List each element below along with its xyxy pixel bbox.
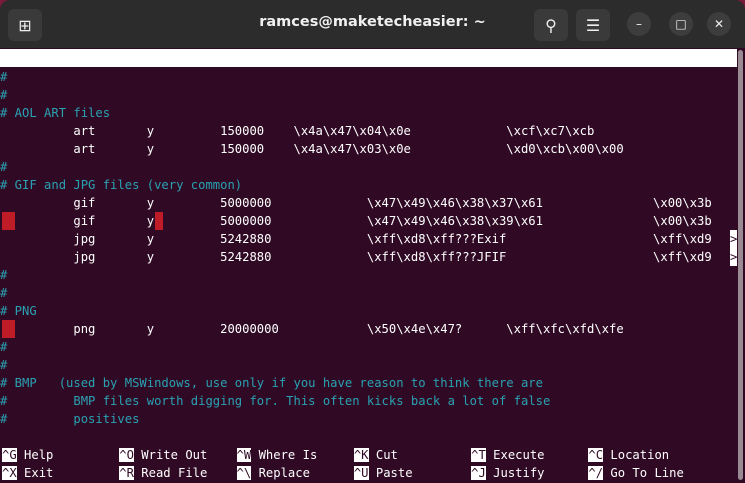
config-line: gif y 5000000 \x47\x49\x46\x38\x37\x61 \… — [0, 196, 712, 210]
comment-line: # BMP (used by MSWindows, use only if yo… — [0, 376, 543, 390]
close-button[interactable]: ✕ — [707, 12, 731, 36]
shortcut-where-is[interactable]: ^W Where Is — [236, 446, 318, 464]
shortcut-justify[interactable]: ^J Justify — [471, 464, 545, 482]
config-line: png y 20000000 \x50\x4e\x47? \xff\xfc\xf… — [0, 322, 624, 336]
shortcut-help[interactable]: ^G Help — [2, 446, 53, 464]
shortcut-label: Where Is — [258, 448, 318, 462]
config-line: gif y 5000000 \x47\x49\x46\x38\x39\x61 \… — [0, 214, 712, 228]
shortcut-label: Read File — [141, 466, 208, 480]
line-overflow-marker: > — [730, 248, 738, 266]
terminal-window: ⊞ ramces@maketecheasier: ~ ⚲ ☰ – □ ✕ GNU… — [0, 0, 745, 483]
comment-line: # PNG — [0, 304, 37, 318]
shortcut-write-out[interactable]: ^O Write Out — [119, 446, 207, 464]
file-name: /home/ramces/scalpel.conf — [272, 87, 456, 101]
whitespace-highlight — [2, 320, 15, 338]
maximize-button[interactable]: □ — [669, 12, 693, 36]
shortcut-key: ^T — [471, 448, 486, 462]
shortcut-label: Go To Line — [610, 466, 684, 480]
shortcut-exit[interactable]: ^X Exit — [2, 464, 53, 482]
shortcut-execute[interactable]: ^T Execute — [471, 446, 545, 464]
shortcut-key: ^G — [2, 448, 17, 462]
config-line: jpg y 5242880 \xff\xd8\xff???JFIF \xff\x… — [0, 250, 712, 264]
shortcut-label: Cut — [375, 448, 398, 462]
title-bar: ⊞ ramces@maketecheasier: ~ ⚲ ☰ – □ ✕ — [0, 0, 745, 48]
maximize-icon: □ — [675, 17, 687, 31]
comment-line: # — [0, 268, 8, 282]
line-overflow-marker: > — [730, 230, 738, 248]
comment-line: # BMP files worth digging for. This ofte… — [0, 394, 551, 408]
comment-line: # — [0, 286, 8, 300]
nano-header: GNU nano 6.4 /home/ramces/scalpel.conf — [0, 49, 737, 101]
comment-line: # — [0, 340, 8, 354]
shortcut-replace[interactable]: ^\ Replace — [236, 464, 310, 482]
shortcut-key: ^/ — [588, 466, 604, 480]
shortcut-key: ^K — [353, 448, 369, 462]
shortcut-go-to-line[interactable]: ^/ Go To Line — [588, 464, 684, 482]
shortcut-key: ^R — [119, 466, 134, 480]
shortcut-key: ^J — [471, 466, 486, 480]
whitespace-highlight — [2, 212, 15, 230]
nano-version: GNU nano 6.4 — [14, 69, 103, 83]
shortcut-label: Paste — [375, 466, 413, 480]
config-line: jpg y 5242880 \xff\xd8\xff???Exif \xff\x… — [0, 232, 712, 246]
close-icon: ✕ — [713, 17, 725, 31]
comment-line: # — [0, 88, 8, 102]
shortcut-label: Execute — [493, 448, 545, 462]
shortcut-key: ^C — [588, 448, 604, 462]
shortcut-key: ^O — [119, 448, 134, 462]
shortcut-cut[interactable]: ^K Cut — [353, 446, 398, 464]
shortcut-label: Exit — [24, 466, 54, 480]
config-line: art y 150000 \x4a\x47\x03\x0e \xd0\xcb\x… — [0, 142, 624, 156]
shortcut-key: ^U — [353, 466, 369, 480]
shortcut-key: ^\ — [236, 466, 252, 480]
comment-line: # positives — [0, 412, 140, 426]
shortcut-paste[interactable]: ^U Paste — [353, 464, 413, 482]
search-icon: ⚲ — [545, 15, 557, 35]
comment-line: # AOL ART files — [0, 106, 111, 120]
menu-button[interactable]: ☰ — [576, 9, 610, 41]
search-button[interactable]: ⚲ — [534, 9, 568, 41]
hamburger-icon: ☰ — [585, 15, 601, 35]
shortcut-key: ^X — [2, 466, 17, 480]
comment-line: # — [0, 358, 8, 372]
shortcut-label: Replace — [258, 466, 310, 480]
minimize-button[interactable]: – — [627, 12, 651, 36]
shortcut-location[interactable]: ^C Location — [588, 446, 669, 464]
shortcut-label: Justify — [493, 466, 545, 480]
shortcut-label: Write Out — [141, 448, 208, 462]
scrollbar[interactable] — [738, 50, 743, 480]
comment-line: # — [0, 70, 8, 84]
whitespace-highlight — [155, 212, 163, 230]
shortcut-read-file[interactable]: ^R Read File — [119, 464, 207, 482]
shortcut-label: Location — [610, 448, 670, 462]
minimize-icon: – — [636, 17, 642, 31]
comment-line: # GIF and JPG files (very common) — [0, 178, 243, 192]
shortcut-label: Help — [24, 448, 54, 462]
config-line: art y 150000 \x4a\x47\x04\x0e \xcf\xc7\x… — [0, 124, 595, 138]
shortcut-key: ^W — [236, 448, 252, 462]
comment-line: # — [0, 160, 8, 174]
